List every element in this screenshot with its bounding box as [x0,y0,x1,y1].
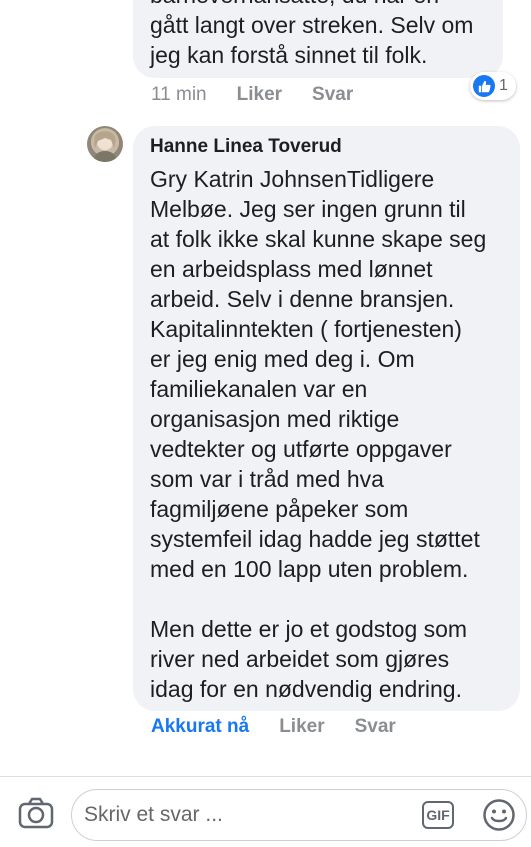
like-button[interactable]: Liker [237,84,282,106]
previous-comment-actions: 11 min Liker Svar [151,84,383,106]
comment-time[interactable]: Akkurat nå [151,716,249,738]
reply-input-placeholder: Skriv et svar ... [84,803,223,826]
previous-comment-text: barnevernansatte, du har en gått langt o… [150,0,474,68]
comment-author[interactable]: Hanne Linea Toverud [150,136,342,158]
reply-button[interactable]: Svar [312,84,353,106]
comment-text: Gry Katrin JohnsenTidligere Melbøe. Jeg … [150,166,487,702]
reply-composer: Skriv et svar ... GIF [0,777,531,847]
camera-icon[interactable] [18,797,54,829]
previous-comment-time[interactable]: 11 min [151,84,207,106]
reply-input[interactable]: Skriv et svar ... GIF [71,789,527,841]
comment-bubble: Hanne Linea Toverud Gry Katrin JohnsenTi… [133,126,520,711]
previous-comment-bubble: barnevernansatte, du har en gått langt o… [133,0,503,78]
like-button[interactable]: Liker [279,716,324,738]
reply-button[interactable]: Svar [355,716,396,738]
reaction-count-badge[interactable]: 1 [470,72,516,100]
smiley-icon[interactable] [482,798,516,832]
thumbs-up-icon [473,75,495,97]
comment-actions: Akkurat nå Liker Svar [151,716,426,738]
avatar[interactable] [87,126,123,162]
reaction-count: 1 [499,77,508,94]
gif-button[interactable]: GIF [422,801,454,829]
